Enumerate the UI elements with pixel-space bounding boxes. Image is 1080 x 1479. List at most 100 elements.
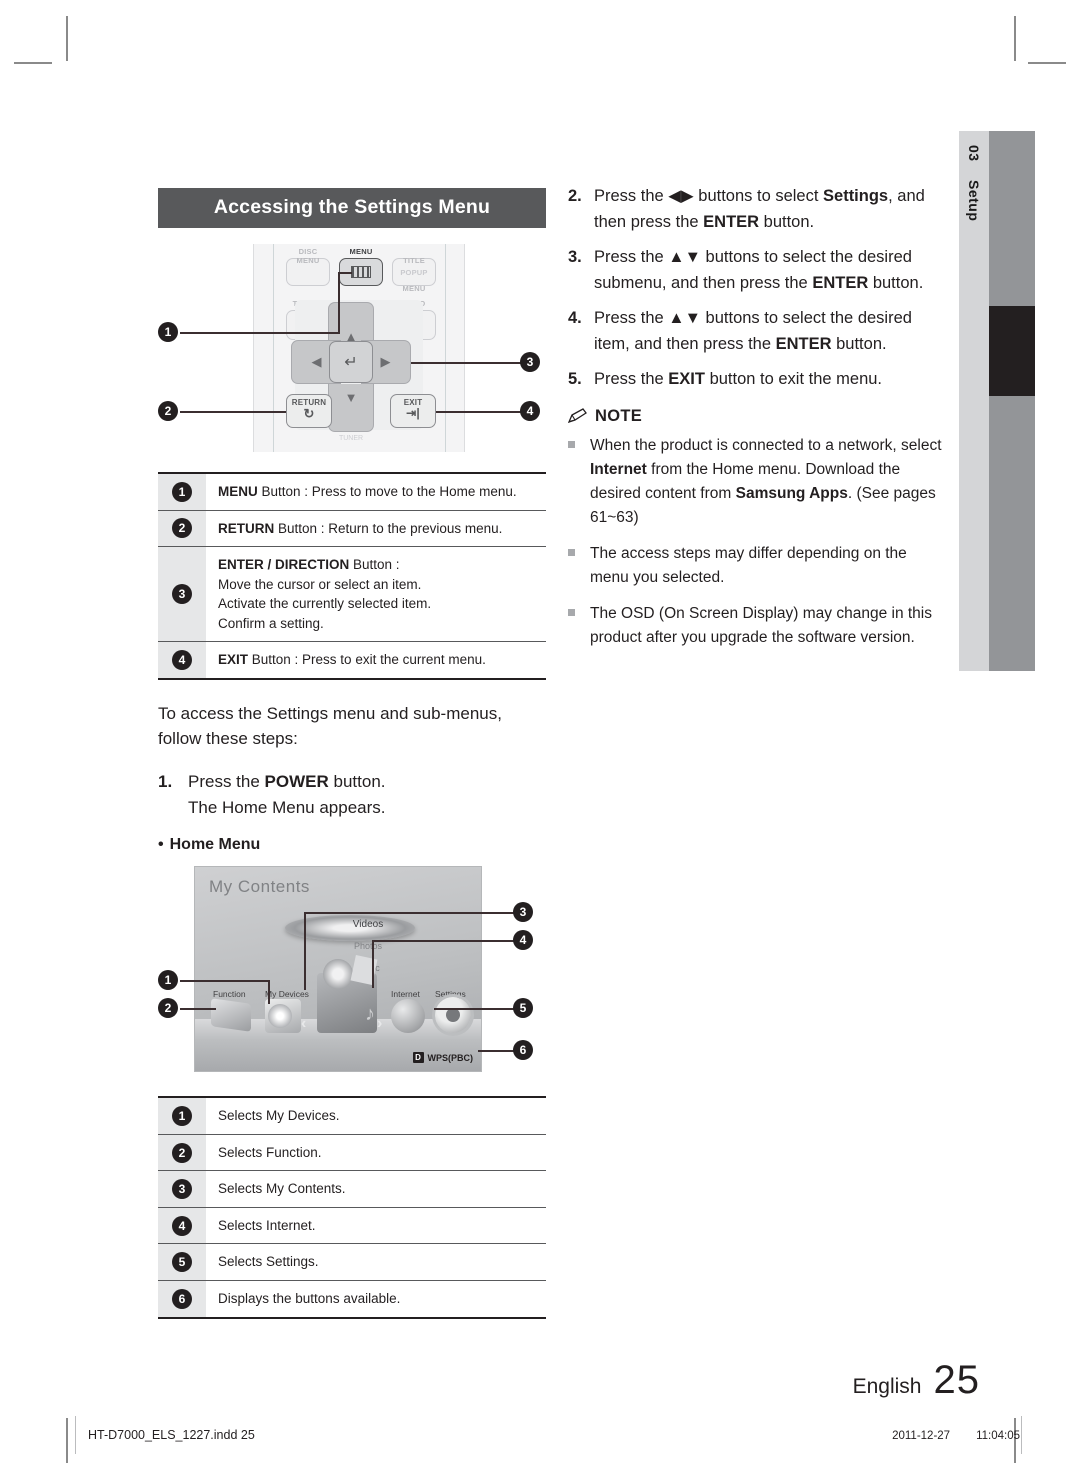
step-4-text: Press the ▲▼ buttons to select the desir…: [594, 306, 948, 357]
film-reel-icon: [323, 959, 353, 990]
s2-p0: Press the: [594, 187, 669, 205]
callout-remote-3: 3: [520, 352, 540, 372]
note-item: The OSD (On Screen Display) may change i…: [568, 602, 948, 650]
pencil-icon: [568, 408, 587, 424]
row-rest: Button : Press to exit the current menu.: [248, 652, 486, 668]
table-row-text: RETURN Button : Return to the previous m…: [206, 511, 546, 547]
up-down-arrows-icon: ▲▼: [668, 248, 701, 267]
row-line: Move the cursor or select an item.: [218, 576, 422, 592]
remote-exit-button: EXIT ⇥|: [390, 394, 436, 428]
note-item: When the product is connected to a netwo…: [568, 434, 948, 530]
row-badge: 3: [172, 584, 192, 605]
carousel-next-arrow-icon[interactable]: ›: [377, 1015, 382, 1033]
note-item-text: The OSD (On Screen Display) may change i…: [590, 605, 932, 647]
callout-remote-1: 1: [158, 322, 178, 342]
row-bold-term: RETURN: [218, 520, 275, 536]
footer-clock: 11:04:05: [976, 1430, 1020, 1442]
row-rest: Button :: [349, 557, 400, 573]
left-column: Accessing the Settings Menu DISC MENU ME…: [158, 188, 546, 1319]
s5-p0: Press the: [594, 370, 669, 389]
step-3: 3. Press the ▲▼ buttons to select the de…: [568, 245, 948, 296]
s2-settings-bold: Settings: [823, 187, 889, 205]
callout-home-5: 5: [513, 998, 533, 1019]
row-line: ENTER / DIRECTION Button :: [218, 555, 540, 575]
leader-line-1b: [338, 272, 340, 334]
callout-home-4: 4: [513, 930, 533, 951]
table-row: 2 Selects Function.: [158, 1134, 546, 1172]
note-bullet-square-icon: [568, 434, 590, 530]
return-arrow-icon: ↻: [303, 406, 315, 421]
remote-title-menu-button: TITLE MENU POPUP: [392, 256, 436, 293]
leader-line-2: [180, 411, 286, 413]
row-rest: Button : Press to move to the Home menu.: [257, 484, 517, 499]
note-item: The access steps may differ depending on…: [568, 542, 948, 590]
up-down-arrows-icon: ▲▼: [668, 309, 701, 328]
table-row: 1 Selects My Devices.: [158, 1098, 546, 1135]
step-4: 4. Press the ▲▼ buttons to select the de…: [568, 306, 948, 357]
table-row: 3 Selects My Contents.: [158, 1171, 546, 1208]
s3-p4: button.: [868, 273, 924, 292]
s5-exit-bold: EXIT: [668, 370, 705, 389]
note-bullet-square-icon: [568, 542, 590, 590]
row-badge: 6: [172, 1288, 192, 1309]
row-badge: 1: [172, 481, 192, 502]
callout-home-2: 2: [158, 998, 178, 1019]
bullet-dot-icon: •: [158, 836, 164, 854]
hm-leader-3v: [304, 912, 306, 991]
intro-paragraph: To access the Settings menu and sub-menu…: [158, 703, 502, 748]
callout-home-6: 6: [513, 1040, 533, 1061]
wps-key-icon: D: [412, 1052, 424, 1064]
remote-rail-left: [273, 244, 274, 452]
right-column: 2. Press the ◀▶ buttons to select Settin…: [568, 184, 948, 662]
table-row-text: Selects Internet.: [218, 1217, 316, 1233]
callout-home-3: 3: [513, 902, 533, 923]
step-5-number: 5.: [568, 370, 582, 389]
remote-rail-right: [445, 244, 446, 452]
table-row-text: Selects My Contents.: [218, 1181, 346, 1197]
leader-line-3: [411, 362, 521, 364]
home-icon-label-function: Function: [213, 989, 246, 1000]
leader-line-4: [436, 411, 521, 413]
table-row-number-cell: 4: [158, 1207, 206, 1244]
table-row: 3 ENTER / DIRECTION Button : Move the cu…: [158, 547, 546, 643]
row-badge: 5: [172, 1252, 192, 1273]
home-icon-label-my-devices: My Devices: [265, 989, 309, 1000]
footer-rule-right: [1020, 1416, 1022, 1454]
hm-leader-1h: [180, 980, 270, 982]
step-5: 5. Press the EXIT button to exit the men…: [568, 367, 948, 393]
chapter-active-block: [989, 306, 1035, 396]
step-3-text: Press the ▲▼ buttons to select the desir…: [594, 245, 948, 296]
function-speakers-icon: [211, 998, 251, 1033]
step-1-second-line: The Home Menu appears.: [188, 797, 386, 817]
carousel-prev-arrow-icon[interactable]: ‹: [301, 1015, 306, 1033]
table-row: 1 MENU Button : Press to move to the Hom…: [158, 474, 546, 511]
table-row-number-cell: 1: [158, 474, 206, 510]
remote-tuner-label: TUNER: [338, 435, 364, 442]
table-row: 4 Selects Internet.: [158, 1207, 546, 1245]
table-row-number-cell: 4: [158, 642, 206, 678]
n1-samsung-apps-bold: Samsung Apps: [735, 484, 848, 502]
chapter-tab: 03 Setup: [959, 131, 989, 671]
gear-center-icon: [446, 1008, 460, 1023]
table-row-text: Selects My Devices.: [218, 1108, 340, 1124]
home-menu-screen: My Contents Videos Photos Music Function…: [194, 866, 482, 1073]
footer-language: English: [852, 1375, 922, 1398]
note-title: NOTE: [595, 406, 643, 425]
settings-gear-icon: [435, 997, 471, 1034]
note-item-text: When the product is connected to a netwo…: [590, 434, 948, 530]
step-1-post: button.: [328, 772, 386, 792]
row-bold-term: MENU: [218, 484, 258, 499]
hm-leader-4h: [372, 940, 516, 942]
hm-leader-5h: [434, 1008, 516, 1010]
footer-file-name: HT-D7000_ELS_1227.indd 25: [88, 1428, 255, 1442]
hm-leader-6h: [478, 1050, 516, 1052]
step-2-number: 2.: [568, 187, 582, 205]
section-title: Accessing the Settings Menu: [158, 188, 546, 228]
table-row-number-cell: 3: [158, 1171, 206, 1207]
hm-leader-1v: [268, 980, 270, 1005]
row-line: Activate the currently selected item.: [218, 596, 432, 612]
my-devices-disc-icon: [265, 999, 301, 1034]
home-menu-screenshot: My Contents Videos Photos Music Function…: [158, 862, 546, 1084]
crop-mark-top-right-v: [1014, 16, 1016, 61]
s5-p2: button to exit the menu.: [704, 370, 883, 389]
